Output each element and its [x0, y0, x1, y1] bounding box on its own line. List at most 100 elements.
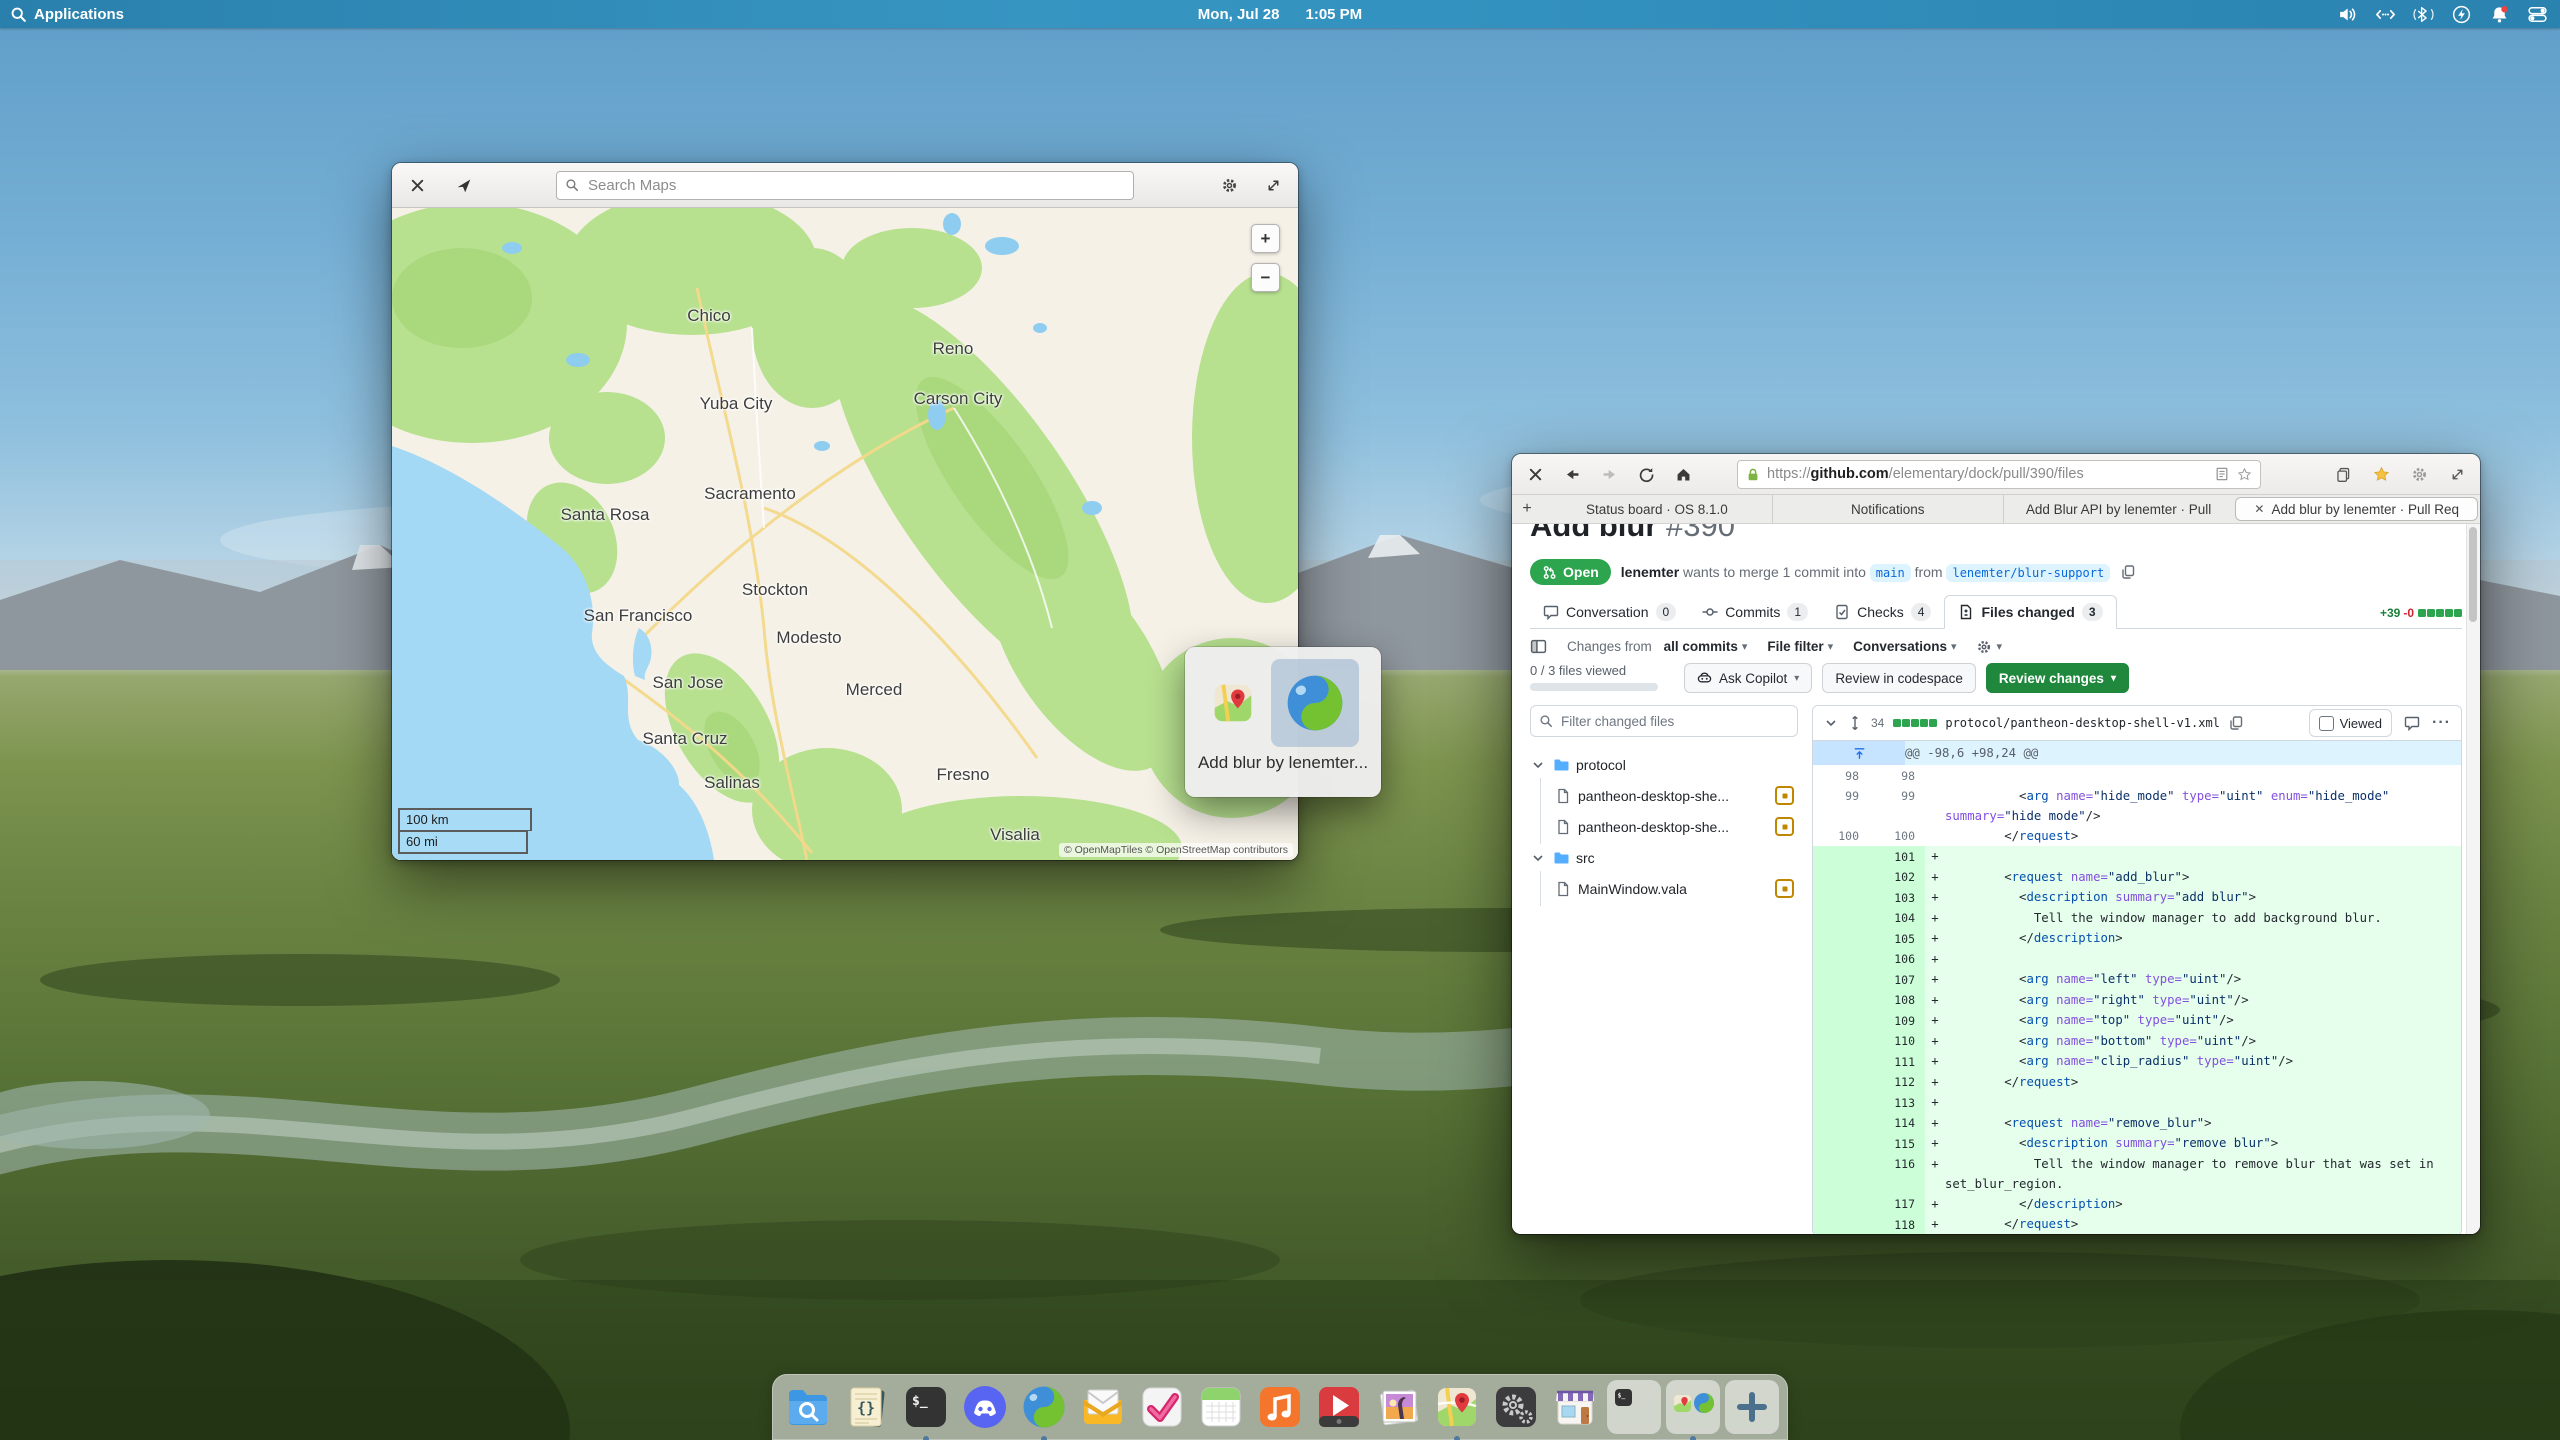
- pr-tab-conversation[interactable]: Conversation0: [1530, 596, 1689, 628]
- browser-tab[interactable]: Status board · OS 8.1.0: [1542, 495, 1772, 523]
- chevron-down-icon[interactable]: [1530, 757, 1546, 773]
- pr-tab-checks[interactable]: Checks4: [1821, 596, 1944, 628]
- fullscreen-icon[interactable]: [2447, 464, 2467, 484]
- go-to-location-icon[interactable]: [452, 174, 474, 196]
- bookmark-star-icon[interactable]: [2237, 467, 2252, 482]
- sidebar-toggle-icon[interactable]: [1530, 638, 1547, 655]
- gear-icon[interactable]: [2409, 464, 2429, 484]
- tree-file-item[interactable]: pantheon-desktop-she...: [1530, 780, 1798, 811]
- power-icon[interactable]: [2451, 4, 2472, 25]
- terminal-window-tile[interactable]: $_: [1607, 1380, 1661, 1434]
- network-icon[interactable]: [2375, 4, 2396, 25]
- expand-hunk-button[interactable]: [1813, 741, 1905, 765]
- tasks-icon[interactable]: [1135, 1380, 1189, 1434]
- viewed-indicator[interactable]: [1775, 879, 1794, 898]
- map-city-label: Visalia: [990, 825, 1040, 845]
- applications-menu[interactable]: Applications: [0, 6, 124, 23]
- url-bar[interactable]: https://github.com/elementary/dock/pull/…: [1737, 460, 2261, 489]
- pr-tab-commits[interactable]: Commits1: [1689, 596, 1821, 628]
- chevron-down-icon[interactable]: [1530, 850, 1546, 866]
- expand-diff-icon[interactable]: [1847, 715, 1863, 731]
- reader-view-icon[interactable]: [2215, 467, 2229, 481]
- bookmarks-star-icon[interactable]: [2371, 464, 2391, 484]
- pr-author-link[interactable]: lenemter: [1621, 564, 1679, 580]
- changes-from-dropdown[interactable]: Changes from all commits: [1567, 639, 1747, 654]
- forward-icon[interactable]: [1599, 464, 1619, 484]
- mail-icon[interactable]: [1076, 1380, 1130, 1434]
- duplicate-tab-icon[interactable]: [2333, 464, 2353, 484]
- kebab-menu-icon[interactable]: [2432, 714, 2451, 732]
- terminal-icon[interactable]: $_: [899, 1380, 953, 1434]
- viewed-indicator[interactable]: [1775, 786, 1794, 805]
- diff-file-path[interactable]: protocol/pantheon-desktop-shell-v1.xml: [1945, 716, 2220, 730]
- map-canvas[interactable]: + − 100 km 60 mi © OpenMapTiles © OpenSt…: [392, 208, 1298, 860]
- photos-icon[interactable]: [1371, 1380, 1425, 1434]
- bluetooth-icon[interactable]: [2413, 4, 2434, 25]
- fullscreen-icon[interactable]: [1262, 174, 1284, 196]
- files-changed-main: protocolpantheon-desktop-she...pantheon-…: [1530, 705, 2462, 1234]
- base-branch-label[interactable]: main: [1870, 564, 1911, 582]
- file-filter-box[interactable]: [1530, 705, 1798, 737]
- map-attribution[interactable]: © OpenMapTiles © OpenStreetMap contribut…: [1059, 843, 1293, 857]
- settings-icon[interactable]: [1489, 1380, 1543, 1434]
- viewed-checkbox[interactable]: [2319, 716, 2334, 731]
- gear-icon[interactable]: [1218, 174, 1240, 196]
- close-window-button[interactable]: [406, 174, 428, 196]
- scale-mi-label: 60 mi: [398, 831, 528, 854]
- maps-search-field[interactable]: [556, 171, 1134, 200]
- comment-icon[interactable]: [2404, 715, 2420, 731]
- review-changes-button[interactable]: Review changes▾: [1986, 663, 2129, 693]
- diff-settings-gear[interactable]: [1976, 639, 2002, 655]
- new-tab-button[interactable]: [1512, 495, 1542, 523]
- home-icon[interactable]: [1673, 464, 1693, 484]
- maps-app-icon[interactable]: [1207, 677, 1259, 729]
- viewed-indicator[interactable]: [1775, 817, 1794, 836]
- tab-close-icon[interactable]: ✕: [2254, 502, 2264, 516]
- calendar-icon[interactable]: [1194, 1380, 1248, 1434]
- add-dock-item[interactable]: [1725, 1380, 1779, 1434]
- file-filter-input[interactable]: [1559, 713, 1789, 730]
- close-window-button[interactable]: [1525, 464, 1545, 484]
- head-branch-label[interactable]: lenemter/blur-support: [1946, 564, 2110, 582]
- tree-folder-protocol[interactable]: protocol: [1530, 749, 1798, 780]
- web-browser-icon[interactable]: [1017, 1380, 1071, 1434]
- chevron-down-icon[interactable]: [1823, 715, 1839, 731]
- copy-path-icon[interactable]: [2228, 715, 2244, 731]
- zoom-out-button[interactable]: −: [1251, 263, 1280, 292]
- datetime-indicator[interactable]: Mon, Jul 28 1:05 PM: [1198, 6, 1362, 23]
- tree-file-item[interactable]: pantheon-desktop-she...: [1530, 811, 1798, 842]
- back-icon[interactable]: [1562, 464, 1582, 484]
- browser-tab[interactable]: ✕Add blur by lenemter · Pull Req: [2235, 497, 2478, 521]
- tree-file-item[interactable]: MainWindow.vala: [1530, 873, 1798, 904]
- zoom-in-button[interactable]: +: [1251, 224, 1280, 253]
- file-filter-dropdown[interactable]: File filter: [1767, 639, 1833, 654]
- files-icon[interactable]: [781, 1380, 835, 1434]
- tree-folder-src[interactable]: src: [1530, 842, 1798, 873]
- conversations-dropdown[interactable]: Conversations: [1853, 639, 1956, 654]
- old-line-number: [1813, 990, 1869, 1011]
- volume-icon[interactable]: [2337, 4, 2358, 25]
- maps-icon[interactable]: [1430, 1380, 1484, 1434]
- ask-copilot-button[interactable]: Ask Copilot▾: [1684, 663, 1812, 693]
- notifications-icon[interactable]: [2489, 4, 2510, 25]
- music-icon[interactable]: [1253, 1380, 1307, 1434]
- page-scrollbar[interactable]: [2466, 524, 2480, 1234]
- videos-icon[interactable]: [1312, 1380, 1366, 1434]
- discord-icon[interactable]: [958, 1380, 1012, 1434]
- pr-tab-files-changed[interactable]: Files changed3: [1944, 595, 2116, 629]
- code-icon[interactable]: {}: [840, 1380, 894, 1434]
- window-group-tile[interactable]: [1666, 1380, 1720, 1434]
- scrollbar-thumb[interactable]: [2469, 527, 2477, 622]
- viewed-checkbox-button[interactable]: Viewed: [2309, 709, 2392, 737]
- copy-branch-icon[interactable]: [2120, 564, 2136, 580]
- reload-icon[interactable]: [1636, 464, 1656, 484]
- maps-headerbar[interactable]: [392, 163, 1298, 208]
- browser-tab[interactable]: Add Blur API by lenemter · Pull: [2003, 495, 2234, 523]
- browser-tab[interactable]: Notifications: [1772, 495, 2003, 523]
- quick-settings-icon[interactable]: [2527, 4, 2548, 25]
- review-in-codespace-button[interactable]: Review in codespace: [1822, 663, 1976, 693]
- maps-search-input[interactable]: [586, 176, 1125, 195]
- selected-window-highlight[interactable]: [1271, 659, 1359, 747]
- diff-file-header: 34 protocol/pantheon-desktop-shell-v1.xm…: [1813, 706, 2461, 741]
- appcenter-icon[interactable]: [1548, 1380, 1602, 1434]
